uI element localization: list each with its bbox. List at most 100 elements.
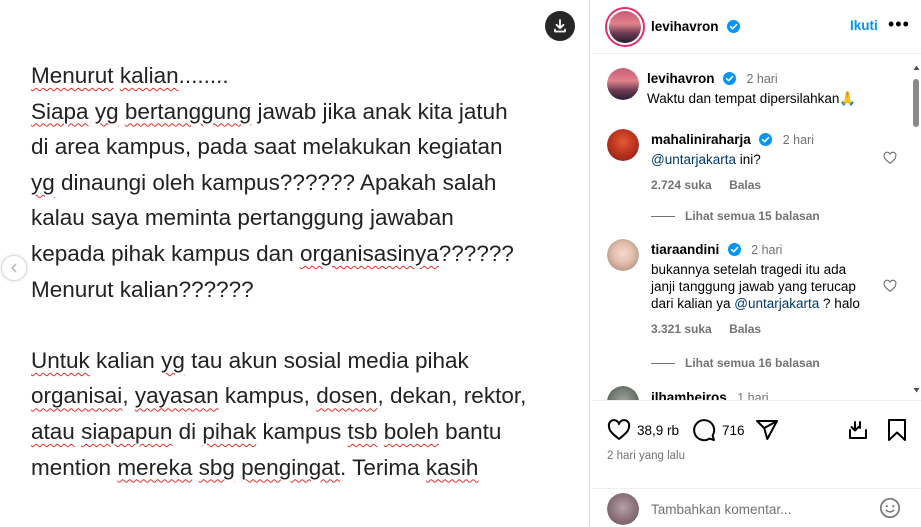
comment-text: bukannya setelah tragedi itu ada janji t… [651,261,886,312]
caption-text: Waktu dan tempat dipersilahkan🙏 [647,91,857,106]
comment-text-rest: ini? [736,152,761,167]
spellcheck-word: Untuk [31,347,90,373]
post-text-segment: kampus, [218,383,317,409]
download-reel-button[interactable] [846,418,870,442]
spellcheck-word: dosen [316,383,378,409]
post-media: Menurut kalian........ Siapa yg bertanggu… [0,0,590,527]
comment-likes[interactable]: 3.321 suka [651,322,712,336]
post-text-segment: kalau saya meminta pertanggung jawaban [31,205,454,231]
post-text-line: atau siapapun di pihak kampus tsb boleh … [31,414,576,450]
post-text-segment: di [172,418,203,444]
post-text-segment: di area kampus, pada saat melakukan kegi… [31,134,503,160]
author-avatar[interactable] [605,7,645,47]
emoji-icon[interactable] [879,497,901,519]
view-replies-label: Lihat semua 15 balasan [685,209,820,223]
post-text-segment: kepada pihak kampus dan [31,240,300,266]
commenter-username[interactable]: mahaliniraharja [651,132,751,147]
mention-link[interactable]: @untarjakarta [651,152,736,167]
comments-section: levihavron 2 hari Waktu dan tempat diper… [591,55,921,400]
previous-image-button[interactable] [1,255,27,281]
post-date[interactable]: 2 hari yang lalu [607,450,685,462]
comment-meta: 3.321 suka Balas [651,322,886,336]
spellcheck-word: sbg [198,454,235,480]
spellcheck-word: yg [161,347,185,373]
comment-button[interactable]: 716 [692,418,745,442]
author-username[interactable]: levihavron [651,19,719,34]
like-button[interactable]: 38,9 rb [607,418,679,442]
caption-avatar[interactable] [607,68,639,100]
view-replies-button[interactable]: Lihat semua 16 balasan [651,356,820,370]
view-replies-button[interactable]: Lihat semua 15 balasan [651,209,820,223]
comment-count[interactable]: 716 [722,423,745,438]
divider [651,363,675,365]
spellcheck-word: atau [31,418,75,444]
commenter-avatar[interactable] [607,386,639,400]
reply-button[interactable]: Balas [729,322,761,336]
spellcheck-word: Menurut [31,63,114,88]
post-text-line: di area kampus, pada saat melakukan kegi… [31,129,576,165]
post-text-line: organisai, yayasan kampus, dosen, dekan,… [31,378,576,414]
post-text-segment: , dekan, rektor, [377,383,527,409]
comment-likes[interactable]: 2.724 suka [651,178,712,192]
post-text-line: kepada pihak kampus dan organisasinya???… [31,236,576,272]
spellcheck-word: mereka [117,454,193,480]
commenter-avatar[interactable] [607,129,639,161]
spellcheck-word: organisai [31,383,123,409]
comment-time[interactable]: 2 hari [783,133,814,147]
mention-link[interactable]: @untarjakarta [734,296,819,311]
comment-text-line: bukannya setelah tragedi itu ada [651,262,847,277]
like-count[interactable]: 38,9 rb [637,423,679,438]
post-text-segment: mention [31,454,118,480]
download-button[interactable] [545,11,575,41]
like-comment-icon[interactable] [883,151,897,165]
post-header: levihavron Ikuti ••• [591,0,921,54]
scroll-thumb[interactable] [913,79,919,127]
comment-icon [693,419,716,442]
post-text-line: yg dinaungi oleh kampus?????? Apakah sal… [31,165,576,201]
comment-input[interactable] [651,498,871,520]
reply-button[interactable]: Balas [729,178,761,192]
post-text-segment: , [122,383,135,409]
commenter-avatar[interactable] [607,239,639,271]
share-button[interactable] [755,418,779,442]
post-text-line: kalau saya meminta pertanggung jawaban [31,200,576,236]
verified-icon [759,133,773,146]
comment-composer [591,488,921,527]
scroll-down-arrow-icon[interactable] [913,387,920,393]
spellcheck-word: boleh [383,418,439,444]
more-options-button[interactable]: ••• [888,15,910,33]
like-comment-icon[interactable] [883,279,897,293]
comments-scrollbar[interactable] [906,65,920,400]
post-text-line: Menurut kalian........ [31,58,576,94]
chevron-left-icon [10,263,17,273]
spellcheck-word: yg [94,98,119,124]
caption-username[interactable]: levihavron [647,71,715,86]
post-image-text: Menurut kalian........ Siapa yg bertanggu… [31,58,576,485]
follow-button[interactable]: Ikuti [850,18,878,33]
commenter-username[interactable]: tiaraandini [651,242,719,257]
spellcheck-word: organisasinya [299,240,439,266]
commenter-username[interactable]: ilhamheiros [651,390,727,400]
spellcheck-word: yg [31,169,55,195]
caption-time[interactable]: 2 hari [746,72,777,86]
heart-icon [607,419,631,440]
comment-time[interactable]: 2 hari [751,243,782,257]
verified-icon [722,72,736,85]
spellcheck-word: kasih [425,454,479,480]
spellcheck-word: siapapun [81,418,173,444]
post-text-segment: bantu [438,418,502,444]
post-text-segment: ........ [178,63,229,88]
divider [651,216,675,218]
comment-text: @untarjakarta ini? [651,151,881,168]
post-text-line: Siapa yg bertanggung jawab jika anak kit… [31,94,576,130]
spellcheck-word: pengingat [241,454,341,480]
post-text-line: mention mereka sbg pengingat. Terima kas… [31,450,576,486]
spellcheck-word: bertanggung [124,98,252,124]
post-text-segment: Menurut kalian?????? [31,276,254,302]
scroll-up-arrow-icon[interactable] [913,65,920,71]
save-button[interactable] [886,418,908,442]
comment-time[interactable]: 1 hari [737,391,768,400]
post-actions: 38,9 rb 716 2 hari yang lalu [591,400,921,496]
spellcheck-word: yayasan [134,383,219,409]
post-text-segment: kampus [256,418,348,444]
